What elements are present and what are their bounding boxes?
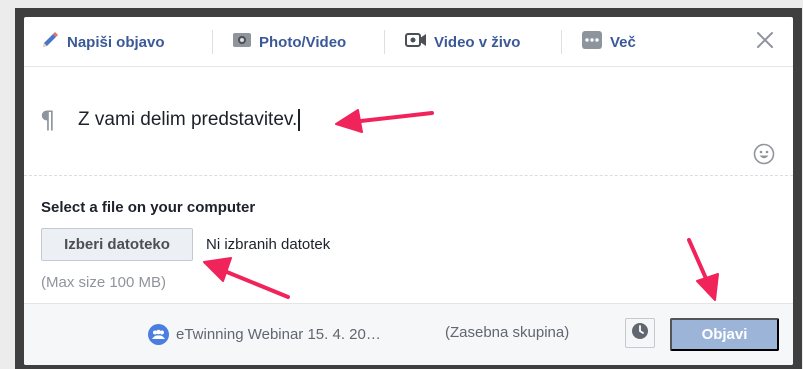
tab-label: Več xyxy=(610,33,636,51)
post-text-area[interactable]: ¶ Z vami delim predstavitev. xyxy=(24,68,793,176)
tab-label: Napiši objavo xyxy=(67,33,165,51)
composer-footer: eTwinning Webinar 15. 4. 20… (Zasebna sk… xyxy=(24,303,793,365)
privacy-label: (Zasebna skupina) xyxy=(445,324,570,341)
tab-label: Video v živo xyxy=(434,33,521,51)
pencil-icon xyxy=(40,30,60,54)
close-icon xyxy=(756,31,774,54)
audience-selector[interactable]: eTwinning Webinar 15. 4. 20… xyxy=(148,324,381,345)
group-icon xyxy=(148,324,169,345)
tab-divider xyxy=(384,30,385,54)
tab-more[interactable]: Več xyxy=(581,17,636,67)
clock-icon xyxy=(631,322,649,345)
text-cursor xyxy=(298,109,300,131)
file-upload-section: Select a file on your computer Izberi da… xyxy=(24,177,793,302)
tab-photo-video[interactable]: Photo/Video xyxy=(232,17,346,67)
composer-tabs: Napiši objavo Photo/Video Video v živo V… xyxy=(24,17,793,67)
max-size-note: (Max size 100 MB) xyxy=(41,274,167,291)
tab-write-post[interactable]: Napiši objavo xyxy=(40,17,165,67)
tab-divider xyxy=(212,30,213,54)
choose-file-button[interactable]: Izberi datoteko xyxy=(41,228,193,261)
emoji-icon[interactable] xyxy=(753,143,775,165)
upload-heading: Select a file on your computer xyxy=(41,199,256,216)
file-status: Ni izbranih datotek xyxy=(206,236,331,253)
tab-live-video[interactable]: Video v živo xyxy=(405,17,520,67)
tab-label: Photo/Video xyxy=(259,33,347,51)
close-button[interactable] xyxy=(750,27,780,57)
post-text[interactable]: Z vami delim predstavitev. xyxy=(78,109,300,131)
video-camera-icon xyxy=(405,32,427,52)
post-composer-dialog: Napiši objavo Photo/Video Video v živo V… xyxy=(24,17,793,365)
audience-label: eTwinning Webinar 15. 4. 20… xyxy=(176,326,381,343)
camera-icon xyxy=(232,31,252,53)
post-text-content: Z vami delim predstavitev. xyxy=(78,109,298,130)
post-button[interactable]: Objavi xyxy=(670,318,779,351)
more-icon xyxy=(581,30,603,54)
tab-divider xyxy=(561,30,562,54)
paragraph-icon: ¶ xyxy=(40,106,56,134)
schedule-button[interactable] xyxy=(625,318,655,348)
